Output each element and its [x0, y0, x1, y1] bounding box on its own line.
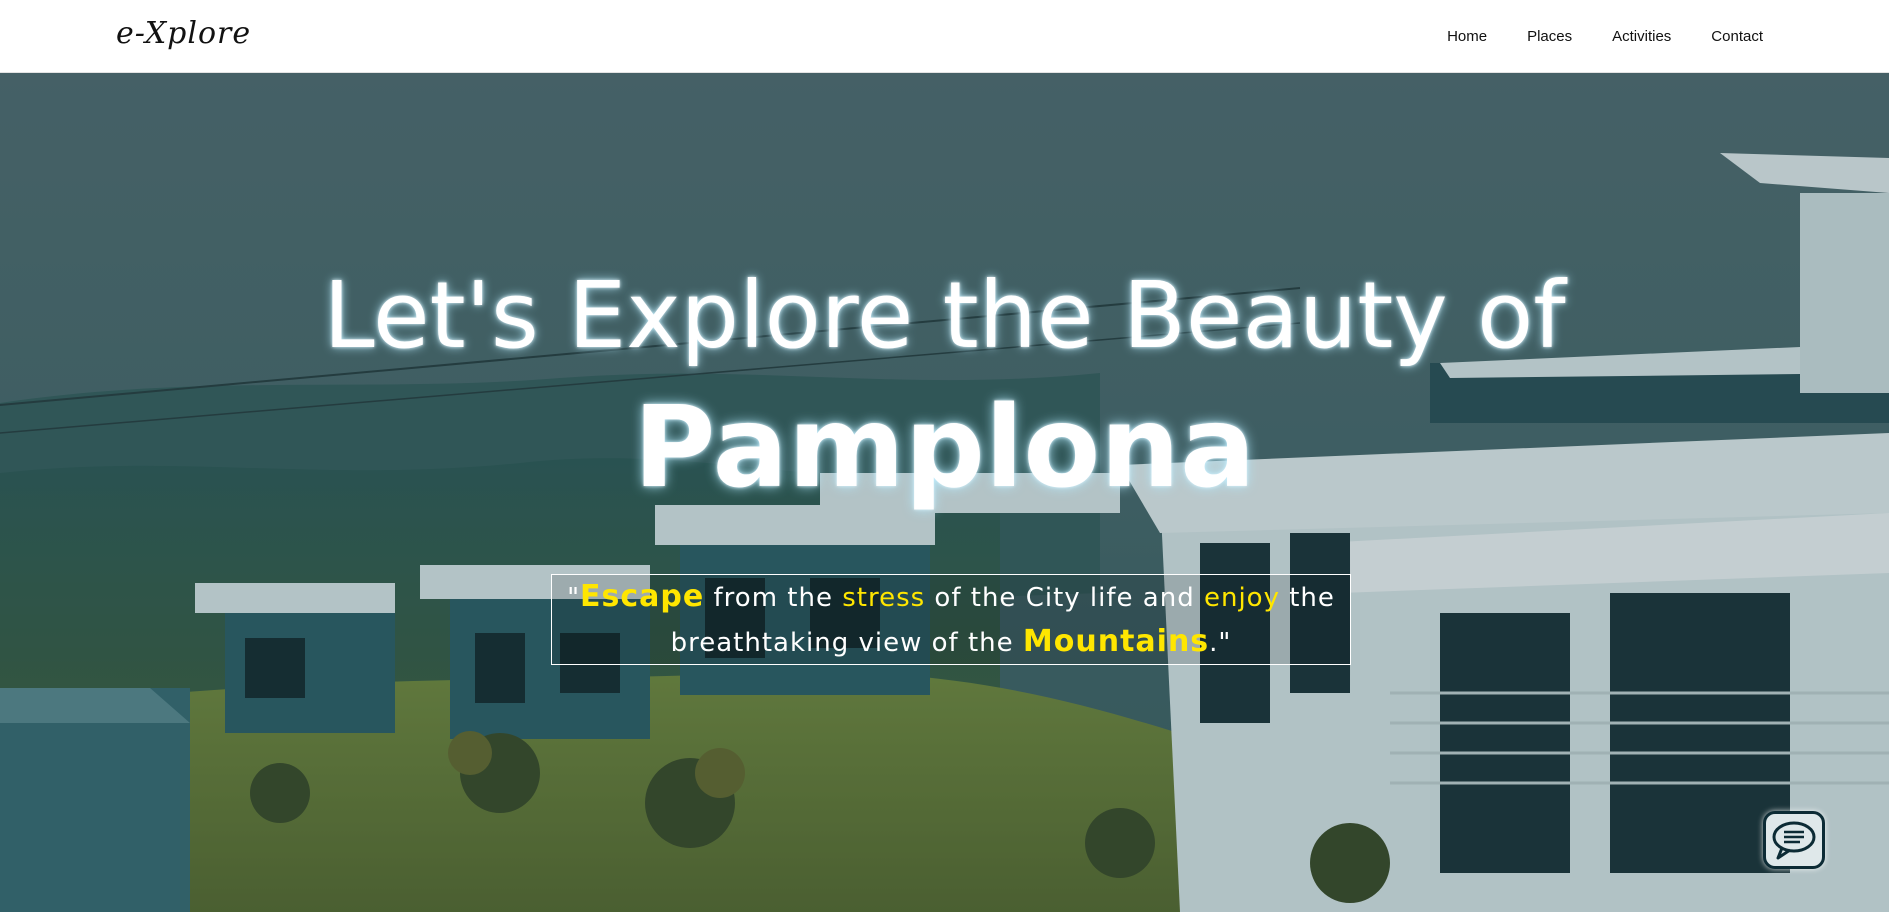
hero-headline: Let's Explore the Beauty of: [323, 262, 1566, 369]
top-navbar: e-Xplore Home Places Activities Contact: [0, 0, 1889, 73]
nav-places-link[interactable]: Places: [1527, 26, 1572, 48]
hero-city-title: Pamplona: [633, 383, 1256, 513]
nav-activities-link[interactable]: Activities: [1612, 26, 1671, 48]
chat-bubble-icon: [1772, 821, 1816, 860]
quote-line-2: breathtaking view of the Mountains.": [552, 620, 1350, 665]
chat-button[interactable]: [1763, 811, 1825, 869]
hero-section: Let's Explore the Beauty of Pamplona "Es…: [0, 73, 1889, 912]
quote-text-3: the: [1279, 583, 1335, 613]
quote-text-1: from the: [704, 583, 843, 613]
quote-line-1: "Escape from the stress of the City life…: [552, 575, 1350, 620]
quote-word-stress: stress: [842, 583, 926, 613]
quote-text-4: breathtaking view of the: [670, 628, 1023, 658]
main-nav: Home Places Activities Contact: [1447, 26, 1763, 48]
nav-contact-link[interactable]: Contact: [1711, 26, 1763, 48]
nav-home-link[interactable]: Home: [1447, 26, 1487, 48]
quote-text-2: of the City life and: [925, 583, 1204, 613]
site-logo[interactable]: e-Xplore: [116, 10, 251, 58]
quote-word-escape: Escape: [580, 579, 705, 614]
hero-quote-box: "Escape from the stress of the City life…: [551, 574, 1351, 665]
quote-open-mark: ": [567, 583, 581, 613]
quote-word-enjoy: enjoy: [1203, 583, 1280, 613]
quote-word-mountains: Mountains: [1022, 624, 1210, 659]
quote-close-mark: .": [1209, 628, 1232, 658]
